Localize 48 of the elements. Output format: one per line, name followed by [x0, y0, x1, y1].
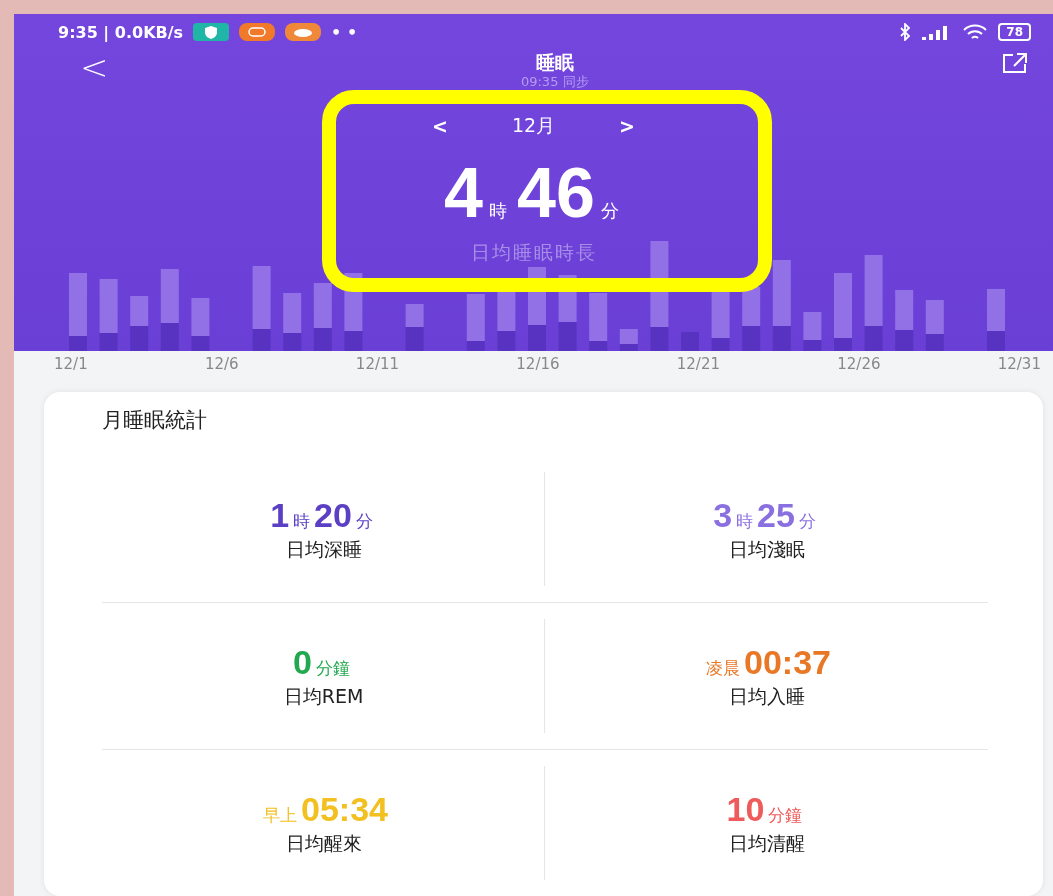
stat-unit: 分鐘	[768, 804, 803, 827]
date-label: 12/26	[837, 355, 881, 376]
stat-label: 日均淺眠	[728, 537, 805, 562]
stat-label: 日均醒來	[285, 831, 362, 856]
average-caption: 日均睡眠時長	[470, 240, 597, 265]
stat-label: 日均入睡	[728, 684, 805, 709]
average-hours: 4	[444, 158, 484, 228]
stat-number: 00:37	[744, 642, 831, 682]
stat-number: 05:34	[301, 789, 388, 829]
card-title: 月睡眠統計	[102, 407, 208, 434]
app-badge-icon	[239, 23, 276, 41]
battery-indicator: 78	[998, 23, 1031, 41]
previous-month-button[interactable]: <	[428, 115, 452, 137]
stat-label: 日均深睡	[285, 537, 362, 562]
status-dots: • •	[331, 22, 358, 42]
stat-number: 3	[713, 495, 733, 535]
minutes-unit: 分	[600, 199, 619, 223]
date-label: 12/16	[516, 355, 560, 376]
stat-unit: 分	[355, 510, 373, 533]
next-month-button[interactable]: >	[615, 115, 639, 137]
stat-unit: 凌晨	[706, 657, 740, 680]
date-label: 12/1	[54, 355, 88, 376]
stat-number: 20	[314, 495, 352, 535]
stat-number: 1	[270, 495, 290, 535]
stat-unit: 早上	[263, 804, 297, 827]
stat-number: 0	[293, 642, 312, 682]
stat-label: 日均清醒	[728, 831, 805, 856]
stat-label: 日均REM	[283, 684, 364, 709]
status-time: 9:35 | 0.0KB/s	[58, 22, 184, 42]
shield-icon	[193, 23, 230, 41]
stat-unit: 分鐘	[315, 657, 350, 680]
stat-unit: 分	[798, 510, 816, 533]
average-minutes: 46	[517, 158, 595, 228]
stat-unit: 時	[736, 510, 754, 533]
stat-number: 10	[726, 789, 765, 829]
back-button[interactable]: <	[80, 50, 109, 84]
date-label: 12/21	[676, 355, 720, 376]
month-label: 12月	[511, 113, 556, 138]
hours-unit: 時	[489, 199, 508, 223]
date-label: 12/11	[355, 355, 400, 376]
stat-number: 25	[757, 495, 795, 535]
date-label: 12/6	[204, 355, 239, 376]
page-title: 睡眠	[535, 50, 574, 74]
date-label: 12/31	[997, 355, 1041, 376]
wifi-icon	[962, 23, 989, 41]
stat-unit: 時	[293, 510, 311, 533]
bluetooth-icon	[898, 23, 913, 41]
sync-time: 09:35 同步	[520, 74, 589, 90]
